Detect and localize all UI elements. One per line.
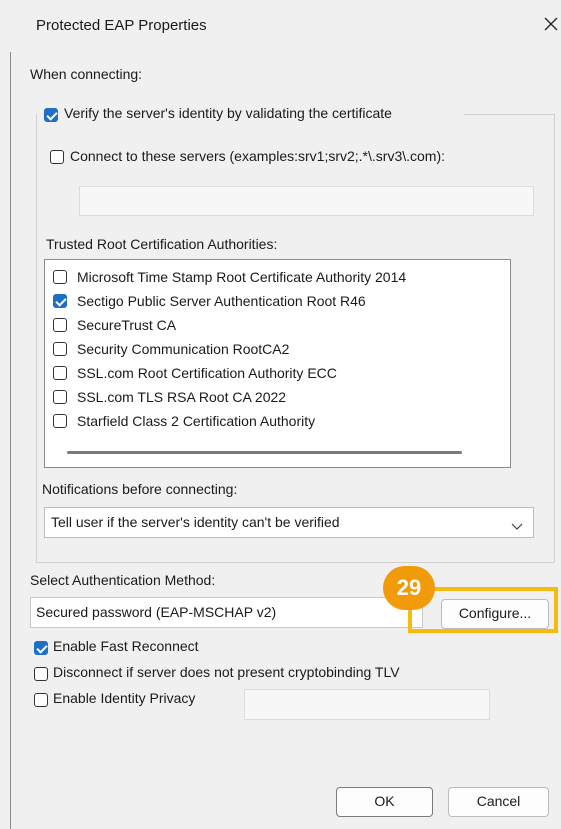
- connect-servers-label: Connect to these servers (examples:srv1;…: [70, 148, 446, 164]
- verify-cert-label: Verify the server's identity by validati…: [64, 105, 392, 121]
- identity-privacy-label: Enable Identity Privacy: [53, 690, 196, 706]
- verify-cert-checkbox[interactable]: [44, 108, 58, 122]
- trusted-authorities-label: Trusted Root Certification Authorities:: [46, 236, 278, 252]
- identity-privacy-input[interactable]: [244, 689, 490, 720]
- connect-servers-checkbox[interactable]: [50, 150, 64, 164]
- horizontal-scrollbar[interactable]: [67, 451, 462, 454]
- window-title: Protected EAP Properties: [36, 17, 207, 34]
- authority-checkbox[interactable]: [53, 390, 67, 404]
- auth-method-label: Select Authentication Method:: [30, 572, 216, 588]
- authority-label: SSL.com TLS RSA Root CA 2022: [77, 389, 287, 405]
- cryptobinding-label: Disconnect if server does not present cr…: [53, 664, 400, 680]
- authority-label: Microsoft Time Stamp Root Certificate Au…: [77, 269, 407, 285]
- notifications-dropdown[interactable]: Tell user if the server's identity can't…: [44, 507, 534, 538]
- authorities-list[interactable]: Microsoft Time Stamp Root Certificate Au…: [44, 259, 511, 468]
- identity-privacy-checkbox[interactable]: [34, 693, 48, 707]
- authority-label: Sectigo Public Server Authentication Roo…: [77, 293, 366, 309]
- auth-method-value: Secured password (EAP-MSCHAP v2): [36, 604, 277, 620]
- authority-label: SecureTrust CA: [77, 317, 177, 333]
- close-icon[interactable]: [541, 14, 561, 36]
- ok-button[interactable]: OK: [336, 787, 433, 817]
- auth-method-dropdown[interactable]: Secured password (EAP-MSCHAP v2): [30, 597, 423, 628]
- authority-checkbox[interactable]: [53, 294, 67, 308]
- fast-reconnect-label: Enable Fast Reconnect: [53, 638, 199, 654]
- group-frame-top: [464, 114, 554, 115]
- cancel-button[interactable]: Cancel: [448, 787, 549, 817]
- authority-checkbox[interactable]: [53, 342, 67, 356]
- authority-checkbox[interactable]: [53, 270, 67, 284]
- when-connecting-label: When connecting:: [30, 66, 143, 82]
- notifications-value: Tell user if the server's identity can't…: [51, 514, 340, 530]
- authority-label: SSL.com Root Certification Authority ECC: [77, 365, 337, 381]
- servers-input[interactable]: [79, 186, 534, 216]
- chevron-down-icon: [511, 518, 523, 534]
- authority-checkbox[interactable]: [53, 318, 67, 332]
- fast-reconnect-checkbox[interactable]: [34, 641, 48, 655]
- cryptobinding-checkbox[interactable]: [34, 667, 48, 681]
- authority-label: Starfield Class 2 Certification Authorit…: [77, 413, 316, 429]
- step-badge: 29: [383, 566, 435, 610]
- authority-checkbox[interactable]: [53, 366, 67, 380]
- notifications-label: Notifications before connecting:: [42, 481, 238, 497]
- authority-checkbox[interactable]: [53, 414, 67, 428]
- group-frame-right: [554, 114, 555, 562]
- title-bar: Protected EAP Properties: [10, 0, 561, 52]
- authority-label: Security Communication RootCA2: [77, 341, 290, 357]
